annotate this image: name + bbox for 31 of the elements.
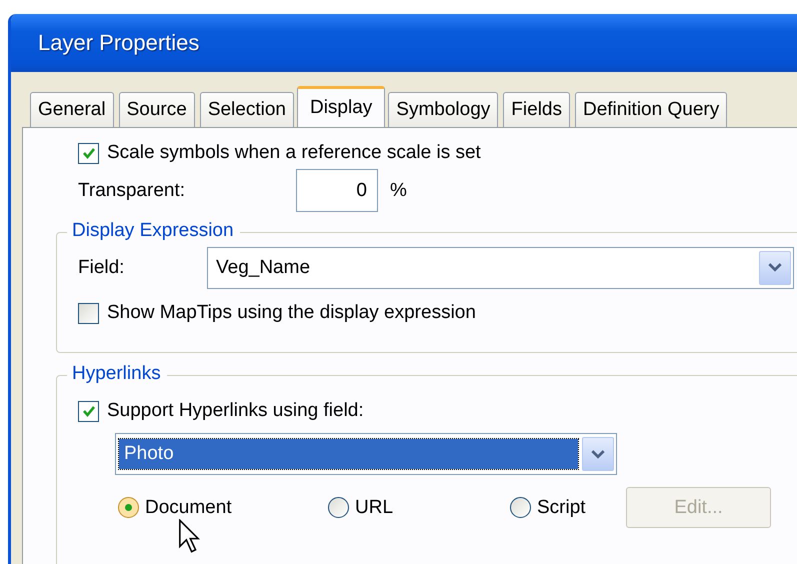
check-icon [82,404,96,418]
checkbox[interactable] [78,142,99,164]
checkbox[interactable] [78,302,99,324]
tab[interactable]: Symbology [388,92,498,127]
field-dropdown[interactable]: Photo [115,433,617,475]
radio-label: Document [145,496,232,518]
tab[interactable]: Fields [503,92,570,127]
radio-button[interactable] [118,497,139,518]
percent-unit: % [390,180,407,202]
window-title: Layer Properties [38,30,200,56]
check-icon [82,146,96,160]
radio-label: URL [355,496,394,518]
tab[interactable]: Selection [200,92,294,127]
transparency-field[interactable]: 0 [296,169,378,212]
group-title: Hyperlinks [67,363,167,385]
checkbox-label: Support Hyperlinks using field: [107,400,364,422]
checkbox[interactable] [78,400,99,422]
cursor-icon [178,519,200,553]
radio-button[interactable] [328,497,349,518]
field-label: Field: [78,256,126,278]
tab[interactable]: Display [296,86,386,127]
tab[interactable]: Source [118,92,195,127]
field-dropdown[interactable]: Veg_Name [207,246,794,288]
checkbox-label: Scale symbols when a reference scale is set [107,142,481,164]
tab[interactable]: General [30,92,114,127]
checkbox-label: Show MapTips using the display expression [107,302,476,324]
tab[interactable]: Definition Query [574,92,728,127]
transparent-label: Transparent: [78,180,186,202]
radio-label: Script [537,496,586,518]
group-title: Display Expression [67,220,240,242]
radio-button[interactable] [510,497,531,518]
